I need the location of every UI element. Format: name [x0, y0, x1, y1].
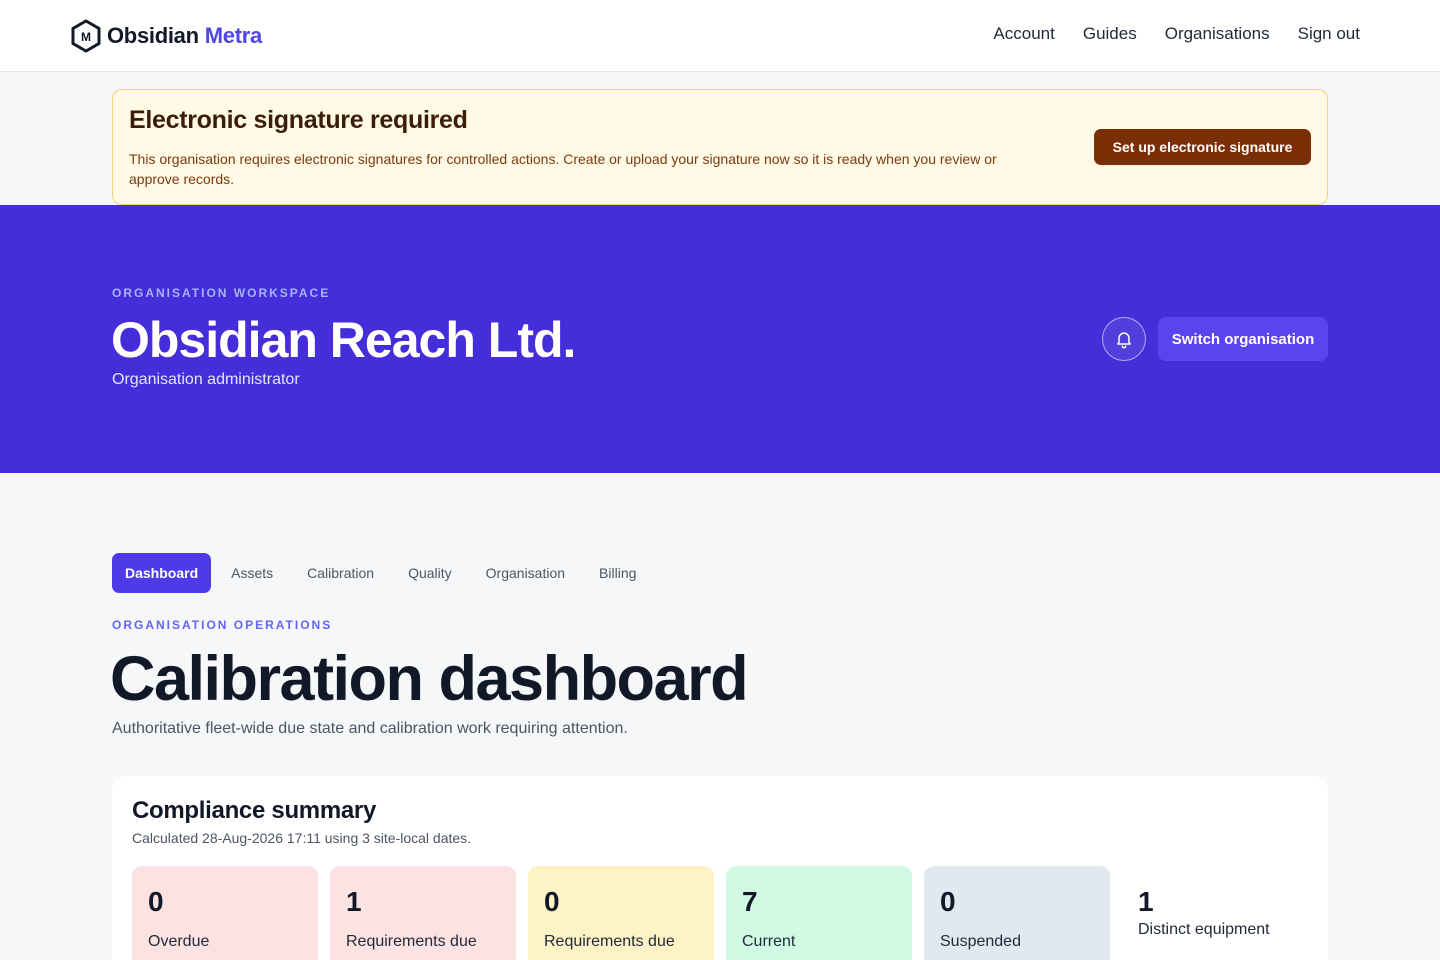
top-navigation: M Obsidian Metra Account Guides Organisa…: [0, 0, 1440, 72]
metric-value: 7: [742, 886, 758, 917]
primary-nav: Account Guides Organisations Sign out: [993, 24, 1360, 44]
metric-overdue[interactable]: 0 Overdue: [132, 866, 318, 960]
signature-banner-text: This organisation requires electronic si…: [129, 151, 997, 187]
bell-icon: [1117, 332, 1131, 349]
organisation-hero: ORGANISATION WORKSPACE Obsidian Reach Lt…: [0, 205, 1440, 473]
workspace-tabs: Dashboard Assets Calibration Quality Org…: [112, 553, 656, 593]
tab-calibration[interactable]: Calibration: [293, 553, 388, 593]
metric-suspended[interactable]: 0 Suspended: [924, 866, 1110, 960]
metric-value: 0: [148, 886, 164, 917]
organisation-role: Organisation administrator: [112, 371, 300, 388]
hero-eyebrow: ORGANISATION WORKSPACE: [112, 286, 331, 300]
switch-organisation-button[interactable]: Switch organisation: [1158, 317, 1328, 361]
obsidian-metra-logo-icon: M: [71, 19, 101, 53]
compliance-summary-card: Compliance summary Calculated 28-Aug-202…: [112, 776, 1328, 960]
signature-banner-title: Electronic signature required: [129, 106, 468, 134]
nav-account-link[interactable]: Account: [993, 24, 1054, 44]
nav-sign-out-link[interactable]: Sign out: [1298, 24, 1360, 44]
metric-value: 1: [346, 886, 362, 917]
page-description: Authoritative fleet-wide due state and c…: [112, 720, 628, 737]
summary-title: Compliance summary: [132, 797, 377, 824]
metric-requirements-due-urgent[interactable]: 1 Requirements due: [330, 866, 516, 960]
tab-quality[interactable]: Quality: [394, 553, 466, 593]
metric-label: Current: [742, 933, 796, 950]
setup-signature-button[interactable]: Set up electronic signature: [1094, 129, 1311, 165]
metric-label: Requirements due: [544, 933, 675, 950]
metric-value: 0: [544, 886, 560, 917]
page-eyebrow: ORGANISATION OPERATIONS: [112, 618, 333, 632]
page-title: Calibration dashboard: [110, 644, 749, 714]
metric-label: Requirements due: [346, 933, 477, 950]
metric-requirements-due-soon[interactable]: 0 Requirements due: [528, 866, 714, 960]
brand-home-link[interactable]: M Obsidian Metra: [70, 18, 262, 54]
electronic-signature-banner: Electronic signature required This organ…: [112, 89, 1328, 205]
brand-name: Obsidian: [107, 23, 199, 48]
notifications-button[interactable]: [1102, 317, 1146, 361]
metric-label: Overdue: [148, 933, 210, 950]
metric-distinct-equipment[interactable]: 1 Distinct equipment: [1122, 866, 1308, 960]
summary-calculated-timestamp: Calculated 28-Aug-2026 17:11 using 3 sit…: [132, 830, 472, 846]
metric-label: Suspended: [940, 933, 1021, 950]
metric-value: 1: [1138, 886, 1154, 917]
metric-value: 0: [940, 886, 956, 917]
metric-current[interactable]: 7 Current: [726, 866, 912, 960]
tab-dashboard[interactable]: Dashboard: [112, 553, 212, 593]
nav-guides-link[interactable]: Guides: [1083, 24, 1137, 44]
tab-billing[interactable]: Billing: [585, 553, 650, 593]
brand-accent: Metra: [204, 23, 262, 48]
nav-organisations-link[interactable]: Organisations: [1165, 24, 1270, 44]
organisation-name: Obsidian Reach Ltd.: [111, 312, 576, 368]
tab-organisation[interactable]: Organisation: [472, 553, 579, 593]
tab-assets[interactable]: Assets: [217, 553, 287, 593]
metric-label: Distinct equipment: [1138, 921, 1270, 938]
svg-text:M: M: [81, 30, 91, 44]
